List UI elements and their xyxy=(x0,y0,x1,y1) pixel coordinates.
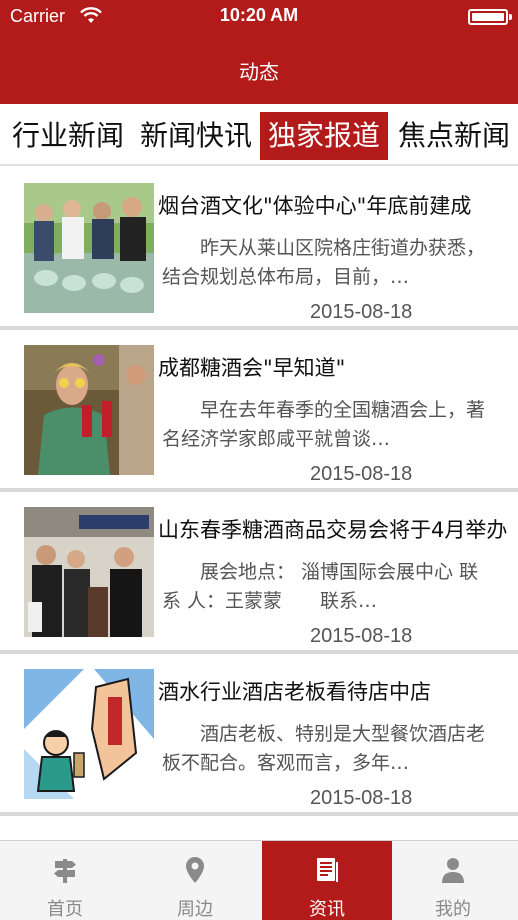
news-title: 山东春季糖酒商品交易会将于4月举办 xyxy=(158,518,508,542)
tab-focus-news[interactable]: 焦点新闻 xyxy=(392,112,516,160)
news-thumbnail xyxy=(24,669,154,799)
news-item[interactable]: 山东春季糖酒商品交易会将于4月举办 展会地点： 淄博国际会展中心 联 系 人：王… xyxy=(0,492,518,654)
status-bar: Carrier 10:20 AM xyxy=(0,0,518,34)
category-tabs: 行业新闻 新闻快讯 独家报道 焦点新闻 xyxy=(0,104,518,166)
tab-exclusive-report[interactable]: 独家报道 xyxy=(260,112,388,160)
news-date: 2015-08-18 xyxy=(310,301,413,323)
news-summary: 昨天从莱山区院格庄街道办获悉，结合规划总体布局，目前，… xyxy=(162,237,486,288)
news-summary: 早在去年春季的全国糖酒会上，著名经济学家郎咸平就曾谈… xyxy=(162,399,486,450)
clock: 10:20 AM xyxy=(219,5,299,25)
person-icon xyxy=(442,858,464,883)
news-item[interactable]: 成都糖酒会"早知道" 早在去年春季的全国糖酒会上，著名经济学家郎咸平就曾谈… 2… xyxy=(0,330,518,492)
news-title: 成都糖酒会"早知道" xyxy=(158,356,346,380)
news-item[interactable]: 烟台酒文化"体验中心"年底前建成 昨天从莱山区院格庄街道办获悉，结合规划总体布局… xyxy=(0,168,518,330)
news-thumbnail xyxy=(24,345,154,475)
tab-industry-news[interactable]: 行业新闻 xyxy=(6,112,130,160)
page-title: 动态 xyxy=(239,60,279,84)
tabbar-label: 资讯 xyxy=(309,899,345,920)
news-thumbnail xyxy=(24,183,154,313)
news-date: 2015-08-18 xyxy=(310,787,413,809)
news-summary: 酒店老板、特别是大型餐饮酒店老板不配合。客观而言，多年… xyxy=(162,723,486,774)
document-icon xyxy=(317,858,338,882)
tabbar-label: 首页 xyxy=(47,899,83,920)
news-title: 烟台酒文化"体验中心"年底前建成 xyxy=(158,194,472,218)
news-title: 酒水行业酒店老板看待店中店 xyxy=(158,680,431,704)
location-pin-icon xyxy=(186,857,204,883)
news-item[interactable]: 酒水行业酒店老板看待店中店 酒店老板、特别是大型餐饮酒店老板不配合。客观而言，多… xyxy=(0,654,518,816)
news-date: 2015-08-18 xyxy=(310,625,413,647)
news-summary: 展会地点： 淄博国际会展中心 联 系 人：王蒙蒙 联系… xyxy=(162,561,479,612)
header: Carrier 10:20 AM 动态 xyxy=(0,0,518,104)
tab-news-flash[interactable]: 新闻快讯 xyxy=(134,112,258,160)
tabbar-item-nearby[interactable]: 周边 xyxy=(130,841,260,920)
tabbar-item-mine[interactable]: 我的 xyxy=(388,841,518,920)
tabbar-label: 周边 xyxy=(177,899,213,920)
battery-icon xyxy=(468,9,512,25)
tabbar-item-home[interactable]: 首页 xyxy=(0,841,130,920)
tabbar-item-news[interactable]: 资讯 xyxy=(262,841,392,920)
bottom-tab-bar: 首页 周边 资讯 我的 xyxy=(0,840,518,920)
news-date: 2015-08-18 xyxy=(310,463,413,485)
news-thumbnail xyxy=(24,507,154,637)
tabbar-label: 我的 xyxy=(435,899,471,920)
signpost-icon xyxy=(54,859,76,883)
